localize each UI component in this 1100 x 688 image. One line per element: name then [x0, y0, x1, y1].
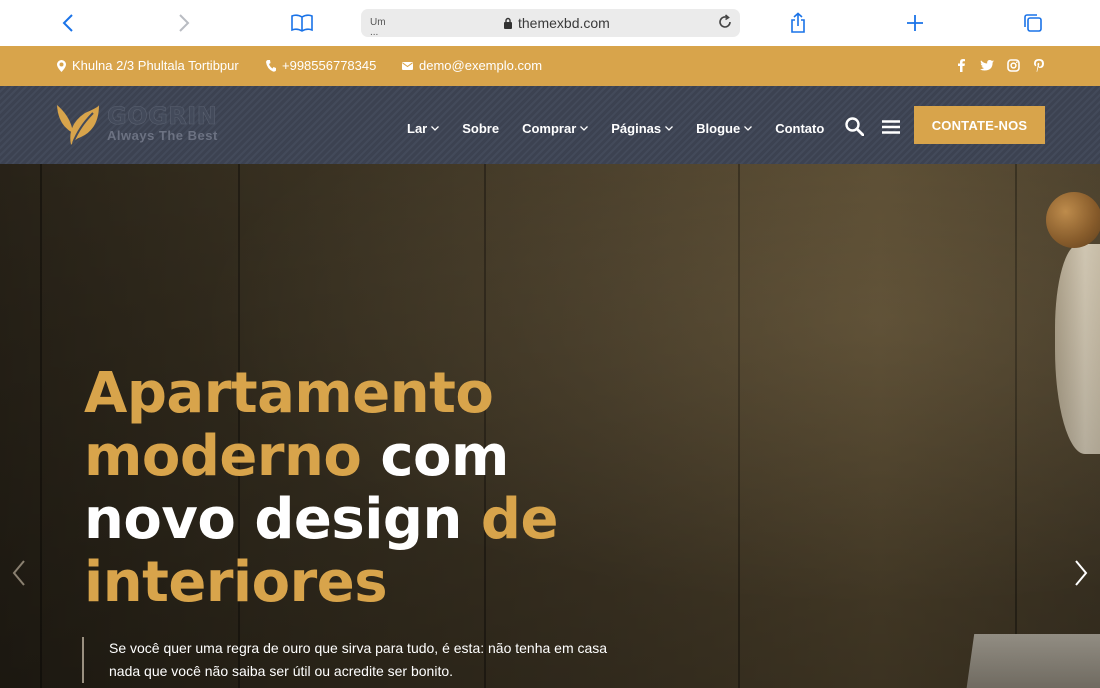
nav-label: Contato	[775, 120, 825, 136]
chevron-down-icon	[744, 125, 753, 131]
chevron-right-icon	[179, 14, 190, 32]
search-icon	[845, 117, 865, 137]
nav-label: Páginas	[611, 120, 662, 136]
social-links	[954, 58, 1046, 72]
address-prefix-text: Um ...	[370, 18, 386, 35]
headline-word-moderno: moderno	[84, 424, 362, 489]
browser-toolbar: Um ... themexbd.com	[0, 0, 1100, 46]
address-bar[interactable]: Um ... themexbd.com	[361, 9, 740, 37]
hero-headline: Apartamento moderno com novo design de i…	[84, 362, 558, 614]
instagram-icon[interactable]	[1006, 58, 1020, 72]
share-icon	[791, 12, 805, 33]
headline-word-com: com	[380, 424, 509, 489]
chevron-left-icon	[12, 560, 25, 586]
facebook-icon[interactable]	[954, 58, 968, 72]
twitter-icon[interactable]	[980, 58, 994, 72]
headline-word-de: de	[480, 487, 559, 552]
nav-item-lar[interactable]: Lar	[407, 120, 440, 136]
reload-icon	[719, 14, 731, 28]
address-text: Khulna 2/3 Phultala Tortibpur	[72, 58, 239, 73]
nav-item-comprar[interactable]: Comprar	[522, 120, 589, 136]
back-button[interactable]	[53, 8, 83, 38]
headline-word-novo-design: novo design	[84, 487, 462, 552]
chevron-down-icon	[665, 125, 674, 131]
top-info-bar: Khulna 2/3 Phultala Tortibpur +998556778…	[0, 46, 1100, 86]
new-tab-button[interactable]	[900, 8, 930, 38]
email-info[interactable]: demo@exemplo.com	[402, 58, 542, 73]
url-text: themexbd.com	[518, 15, 610, 31]
tabs-icon	[1024, 14, 1042, 32]
chevron-down-icon	[580, 125, 589, 131]
reload-button[interactable]	[716, 13, 734, 31]
nav-item-paginas[interactable]: Páginas	[611, 120, 674, 136]
chevron-right-icon	[1075, 560, 1088, 586]
hero-slider: Apartamento moderno com novo design de i…	[0, 164, 1100, 688]
nav-item-blogue[interactable]: Blogue	[696, 120, 753, 136]
nav-item-sobre[interactable]: Sobre	[462, 121, 499, 136]
nav-label: Lar	[407, 120, 428, 136]
main-nav: Lar Sobre Comprar Páginas Blogue Contato	[407, 117, 901, 139]
headline-line4: interiores	[84, 550, 388, 615]
headline-line1: Apartamento	[84, 361, 494, 426]
chevron-down-icon	[431, 125, 440, 131]
tabs-button[interactable]	[1018, 8, 1048, 38]
map-pin-icon	[57, 59, 66, 72]
address-info: Khulna 2/3 Phultala Tortibpur	[57, 58, 239, 73]
envelope-icon	[402, 61, 413, 70]
url-display: themexbd.com	[503, 15, 610, 31]
slider-prev-button[interactable]	[9, 558, 29, 588]
contact-us-button[interactable]: CONTATE-NOS	[914, 106, 1045, 144]
quote-bar	[82, 637, 84, 683]
share-button[interactable]	[783, 8, 813, 38]
nav-item-contato[interactable]: Contato	[775, 121, 824, 136]
lock-icon	[504, 17, 512, 29]
email-text: demo@exemplo.com	[419, 58, 543, 73]
menu-button[interactable]	[882, 119, 901, 137]
nav-label: Sobre	[462, 120, 500, 136]
pinterest-icon[interactable]	[1032, 58, 1046, 72]
nav-label: Comprar	[522, 120, 577, 136]
slider-next-button[interactable]	[1071, 558, 1091, 588]
site-header: GOGRIN Always The Best Lar Sobre Comprar…	[0, 86, 1100, 164]
forward-button[interactable]	[169, 8, 199, 38]
site-logo[interactable]: GOGRIN Always The Best	[55, 103, 218, 147]
bookmarks-button[interactable]	[287, 8, 317, 38]
phone-icon	[266, 59, 276, 72]
chevron-left-icon	[62, 14, 73, 32]
plus-icon	[907, 15, 923, 31]
phone-text: +998556778345	[282, 58, 377, 73]
nav-label: Blogue	[696, 120, 741, 136]
phone-info[interactable]: +998556778345	[266, 58, 376, 73]
search-button[interactable]	[845, 117, 865, 139]
leaf-logo-icon	[57, 105, 99, 145]
book-icon	[291, 14, 313, 32]
logo-tagline: Always The Best	[107, 128, 218, 143]
hamburger-icon	[882, 119, 901, 134]
hero-subtext: Se você quer uma regra de ouro que sirva…	[109, 640, 608, 679]
logo-name: GOGRIN	[107, 102, 218, 130]
